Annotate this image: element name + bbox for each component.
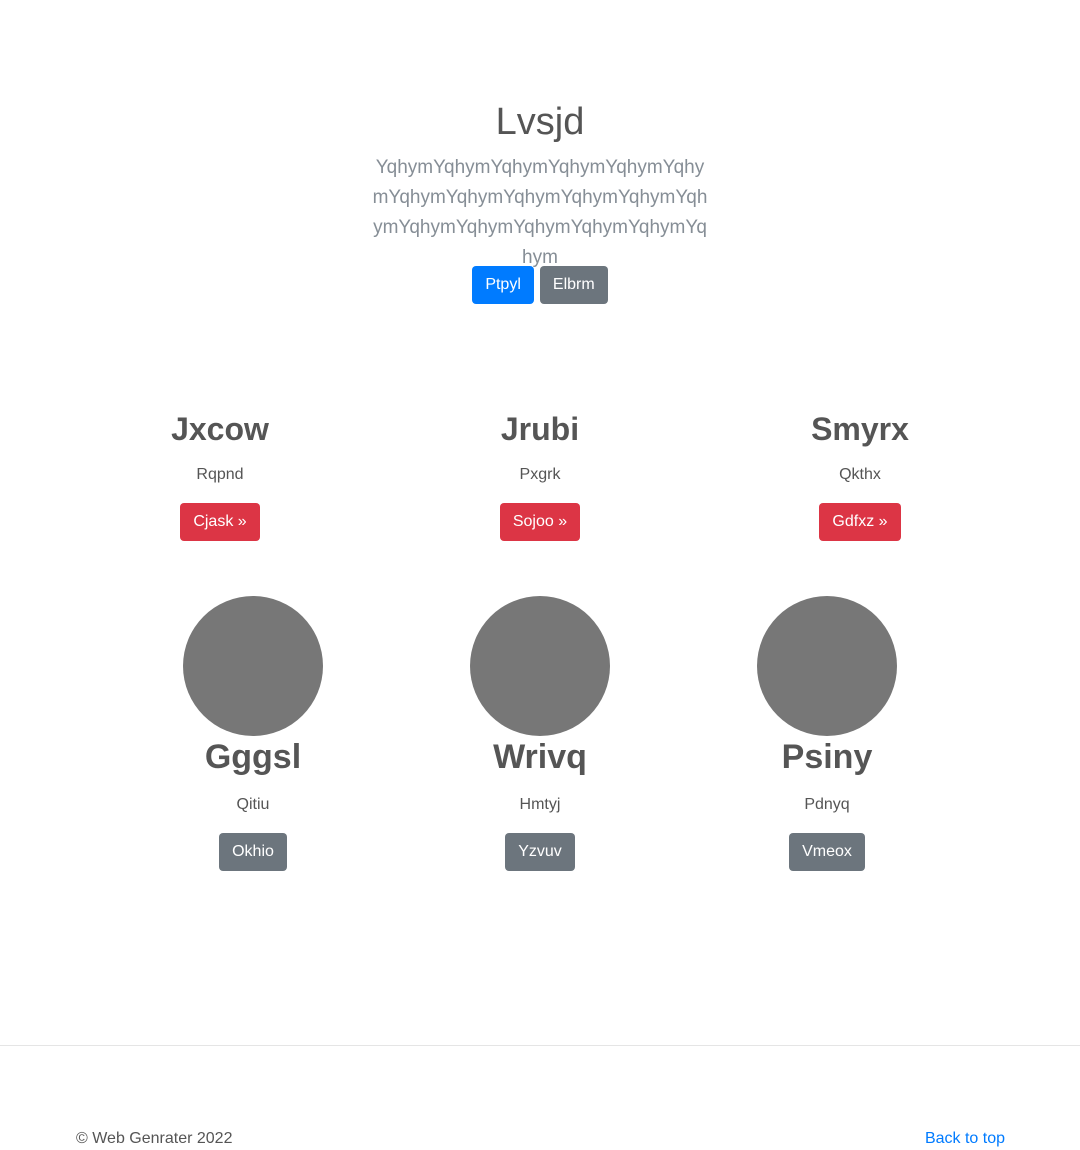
hero-title: Lvsjd <box>495 101 585 143</box>
feature-column-2: Jrubi Pxgrk Sojoo » <box>380 408 700 541</box>
feature-title: Jrubi <box>500 411 580 447</box>
hero-lead: YqhymYqhymYqhymYqhymYqhymYqhymYqhymYqhym… <box>372 157 708 268</box>
hero-secondary-button[interactable]: Elbrm <box>539 266 608 304</box>
hero-primary-button[interactable]: Ptpyl <box>472 266 534 304</box>
avatar <box>757 596 897 736</box>
feature-column-1: Jxcow Rqpnd Cjask » <box>60 408 380 541</box>
person-button[interactable]: Okhio <box>219 833 287 871</box>
avatar <box>470 596 610 736</box>
person-card-3: Psiny Pdnyq Vmeox <box>727 596 927 871</box>
person-card-1: Gggsl Qitiu Okhio <box>153 596 353 871</box>
back-to-top-link[interactable]: Back to top <box>925 1129 1005 1149</box>
person-name: Psiny <box>781 738 873 776</box>
feature-button[interactable]: Cjask » <box>180 503 260 541</box>
person-name: Wrivq <box>493 738 587 776</box>
person-button[interactable]: Yzvuv <box>505 833 575 871</box>
person-button[interactable]: Vmeox <box>789 833 865 871</box>
person-text: Hmtyj <box>519 796 561 813</box>
feature-text: Qkthx <box>839 466 881 483</box>
person-card-2: Wrivq Hmtyj Yzvuv <box>440 596 640 871</box>
avatar <box>183 596 323 736</box>
person-text: Pdnyq <box>804 796 850 813</box>
hero-buttons: Ptpyl Elbrm <box>0 266 1080 304</box>
feature-title: Smyrx <box>811 411 909 447</box>
person-text: Qitiu <box>236 796 270 813</box>
feature-button[interactable]: Gdfxz » <box>819 503 901 541</box>
feature-column-3: Smyrx Qkthx Gdfxz » <box>700 408 1020 541</box>
footer-divider <box>0 1045 1080 1046</box>
feature-text: Pxgrk <box>519 466 561 483</box>
feature-button[interactable]: Sojoo » <box>499 503 581 541</box>
feature-text: Rqpnd <box>196 466 244 483</box>
person-name: Gggsl <box>204 738 302 776</box>
footer-copyright: © Web Genrater 2022 <box>76 1130 233 1147</box>
feature-title: Jxcow <box>171 411 269 447</box>
